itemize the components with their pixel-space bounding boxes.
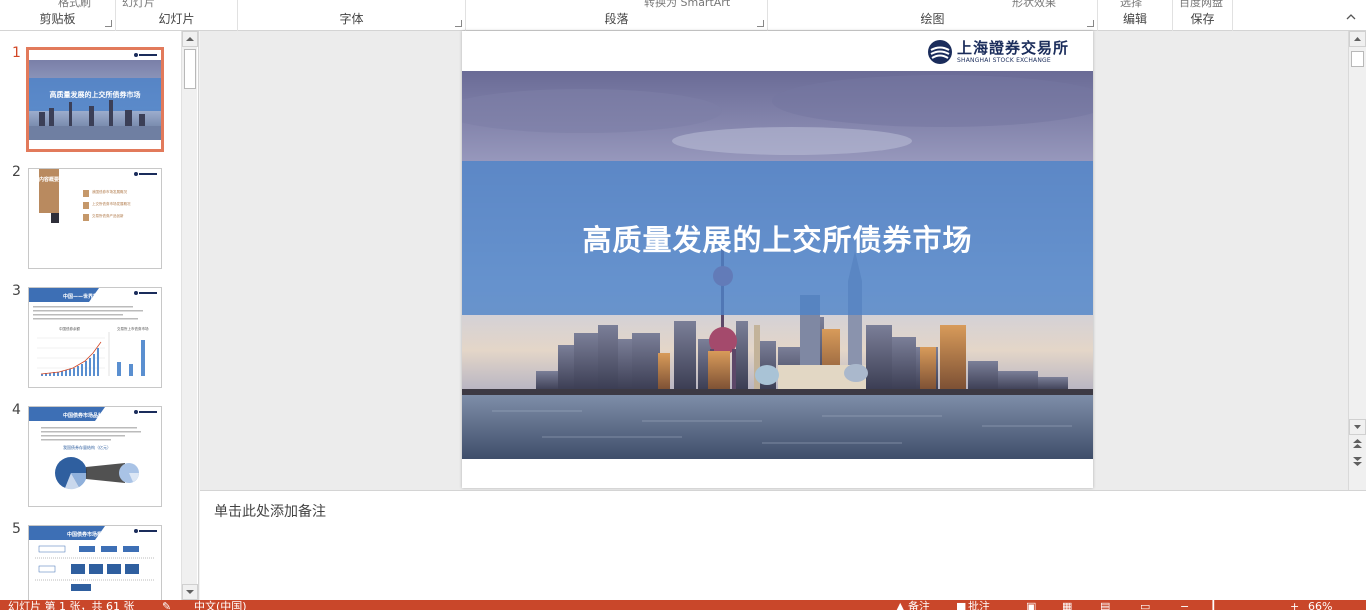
thumbnail-title: 中国债券市场框架结构 xyxy=(67,532,118,538)
thumbnail-number: 4 xyxy=(12,402,21,418)
slide-title[interactable]: 高质量发展的上交所债券市场 xyxy=(462,217,1093,259)
slideshow-icon[interactable]: ▭ xyxy=(1140,601,1150,610)
reading-view-icon[interactable]: ▤ xyxy=(1100,601,1110,610)
language-indicator[interactable]: 中文(中国) xyxy=(194,601,247,610)
zoom-out-icon[interactable]: − xyxy=(1180,601,1189,610)
notes-button[interactable]: 备注 xyxy=(908,601,930,610)
ribbon-group-font: 字体 xyxy=(238,0,466,31)
thumbnail-title: 内容概要 xyxy=(39,177,60,183)
thumbnail-list-item: 我国债券市场发展概况 xyxy=(92,190,127,194)
comments-button[interactable]: 批注 xyxy=(968,601,990,610)
format-painter-label[interactable]: 格式刷 xyxy=(58,0,91,10)
thumbnail-title: 高质量发展的上交所债券市场 xyxy=(49,91,141,99)
arrow-down-icon xyxy=(1354,425,1361,429)
ribbon-group-label: 绘图 xyxy=(920,12,945,26)
scroll-up-button[interactable] xyxy=(182,31,198,47)
thumbnail-list-item: 交易所债券产品创新 xyxy=(92,214,124,218)
slide-sorter-icon[interactable]: ▦ xyxy=(1062,601,1072,610)
editor-scrollbar[interactable] xyxy=(1348,31,1366,490)
notes-icon[interactable]: ▲ xyxy=(896,601,904,610)
scroll-down-button[interactable] xyxy=(182,584,198,600)
ribbon: 格式刷 剪贴板 幻灯片 幻灯片 字体 转换为 SmartArt 段落 形状效果 … xyxy=(0,0,1366,31)
sse-logo: 上海證券交易所 SHANGHAI STOCK EXCHANGE xyxy=(927,37,1069,67)
dialog-launcher-icon[interactable] xyxy=(105,20,112,27)
notes-placeholder[interactable]: 单击此处添加备注 xyxy=(214,501,326,521)
logo-chinese: 上海證券交易所 xyxy=(956,38,1069,57)
sse-emblem-icon xyxy=(927,40,952,64)
status-bar: 幻灯片 第 1 张，共 61 张 ✎ 中文(中国) ▲ 备注 ■ 批注 ▣ ▦ … xyxy=(0,600,1366,610)
scroll-up-button[interactable] xyxy=(1349,31,1366,47)
thumbnail-number: 5 xyxy=(12,521,21,537)
next-slide-icon[interactable] xyxy=(1351,454,1364,468)
slide-counter: 幻灯片 第 1 张，共 61 张 xyxy=(8,600,135,610)
thumbnail-number: 3 xyxy=(12,283,21,299)
dialog-launcher-icon[interactable] xyxy=(757,20,764,27)
thumbnail-chart-title: 中国债券余额 xyxy=(59,327,80,331)
dialog-launcher-icon[interactable] xyxy=(455,20,462,27)
slide-thumbnail-4[interactable]: 中国债券市场品种日益丰富 我国债券存量结构（亿元） xyxy=(28,406,162,507)
thumbnail-chart-title: 我国债券存量结构（亿元） xyxy=(63,445,111,450)
normal-view-icon[interactable]: ▣ xyxy=(1026,601,1036,610)
zoom-level[interactable]: 66% xyxy=(1308,601,1332,610)
ribbon-group-label: 段落 xyxy=(604,12,629,26)
arrow-down-icon xyxy=(186,590,194,594)
slide-editor: 上海證券交易所 SHANGHAI STOCK EXCHANGE 高质量发展的上交… xyxy=(200,31,1348,490)
scroll-thumb[interactable] xyxy=(184,49,196,89)
baidu-netdisk-label[interactable]: 百度网盘 xyxy=(1179,0,1223,10)
dialog-launcher-icon[interactable] xyxy=(1087,20,1094,27)
ribbon-group-save: 百度网盘 保存 xyxy=(1173,0,1233,31)
thumbnail-list-item: 上交所债券市场发展概况 xyxy=(92,202,131,206)
ribbon-group-label: 字体 xyxy=(339,12,364,26)
logo-english: SHANGHAI STOCK EXCHANGE xyxy=(956,56,1051,64)
slide-thumbnail-1[interactable]: 高质量发展的上交所债券市场 xyxy=(26,47,164,152)
thumbnail-number: 1 xyxy=(12,45,21,61)
ribbon-group-editing: 选择 编辑 xyxy=(1098,0,1173,31)
ribbon-group-label: 保存 xyxy=(1190,12,1215,26)
spellcheck-icon[interactable]: ✎ xyxy=(162,601,171,610)
thumbnail-preview xyxy=(29,407,157,490)
scroll-down-button[interactable] xyxy=(1349,419,1366,435)
current-slide[interactable]: 上海證券交易所 SHANGHAI STOCK EXCHANGE 高质量发展的上交… xyxy=(462,31,1093,488)
zoom-in-icon[interactable]: + xyxy=(1290,601,1299,610)
smartart-label[interactable]: 转换为 SmartArt xyxy=(644,0,730,10)
scroll-thumb[interactable] xyxy=(1351,51,1364,67)
slide-thumbnail-pane: 1 高质量发展的上交所债券市场 2 内容概要 我国债券市场发展概况 上交所债券市… xyxy=(0,31,199,600)
notes-pane[interactable]: 单击此处添加备注 xyxy=(200,490,1366,600)
ribbon-group-label: 幻灯片 xyxy=(158,12,195,26)
ribbon-group-label: 编辑 xyxy=(1122,12,1147,26)
thumbnail-title: 中国——世界第二大债券市场 xyxy=(63,294,129,300)
ribbon-group-slides: 幻灯片 幻灯片 xyxy=(116,0,238,31)
thumbnail-title: 中国债券市场品种日益丰富 xyxy=(63,413,124,419)
comments-icon[interactable]: ■ xyxy=(956,601,966,610)
ribbon-group-drawing: 形状效果 绘图 xyxy=(768,0,1098,31)
arrow-up-icon xyxy=(1354,37,1361,41)
logo-text: 上海證券交易所 SHANGHAI STOCK EXCHANGE xyxy=(956,38,1069,64)
arrow-up-icon xyxy=(186,37,194,41)
slide-thumbnail-5[interactable]: 中国债券市场框架结构 xyxy=(28,525,162,600)
slide-thumbnail-2[interactable]: 内容概要 我国债券市场发展概况 上交所债券市场发展概况 交易所债券产品创新 xyxy=(28,168,162,269)
collapse-ribbon-icon[interactable] xyxy=(1346,12,1356,22)
ribbon-group-clipboard: 格式刷 剪贴板 xyxy=(0,0,116,31)
slide-thumbnail-3[interactable]: 中国——世界第二大债券市场 中国债券余额 交易所上市债券市场 xyxy=(28,287,162,388)
thumbnail-preview xyxy=(29,288,157,376)
ribbon-group-label: 剪贴板 xyxy=(39,12,76,26)
thumbnail-scrollbar[interactable] xyxy=(181,31,198,600)
zoom-slider[interactable]: ┃ xyxy=(1210,601,1217,610)
new-slide-label[interactable]: 幻灯片 xyxy=(122,0,155,10)
thumbnail-number: 2 xyxy=(12,164,21,180)
ribbon-group-paragraph: 转换为 SmartArt 段落 xyxy=(466,0,768,31)
thumbnail-chart-title: 交易所上市债券市场 xyxy=(117,327,149,331)
select-label[interactable]: 选择 xyxy=(1120,0,1142,10)
previous-slide-icon[interactable] xyxy=(1351,437,1364,451)
shape-effects-label[interactable]: 形状效果 xyxy=(1012,0,1056,10)
